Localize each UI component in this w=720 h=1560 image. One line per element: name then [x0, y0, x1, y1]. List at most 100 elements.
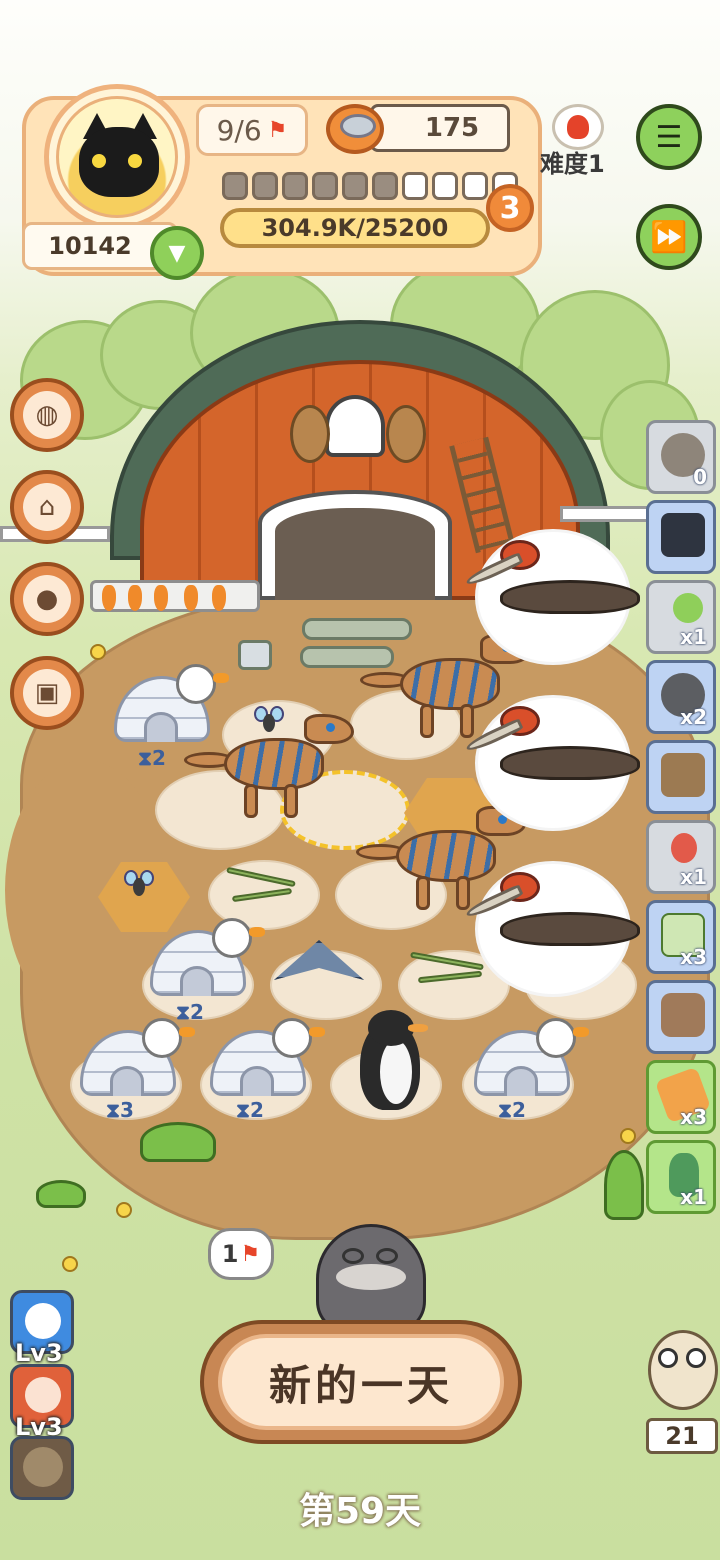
pterosaur[interactable]: [464, 540, 650, 620]
flower: [62, 1256, 78, 1272]
flower: [90, 644, 106, 660]
inventory-slot-film-reel[interactable]: 0: [646, 420, 716, 494]
timer-value: 2: [190, 1000, 204, 1024]
pterosaur[interactable]: [464, 706, 650, 786]
fly-icon[interactable]: [254, 706, 284, 736]
cat-mustache: [336, 1264, 406, 1290]
score-value: 10142: [48, 232, 132, 260]
inventory-slot-seed-card[interactable]: x3: [646, 900, 716, 974]
fossil-icon: [23, 1447, 63, 1487]
cardboard-box-button[interactable]: ▣: [10, 656, 84, 730]
progress-segment: [372, 172, 398, 200]
ptero-beak: [464, 551, 524, 589]
fast-forward-button[interactable]: ⏩: [636, 204, 702, 270]
ptero-beak: [464, 883, 524, 921]
glasses-icon: [376, 1248, 398, 1264]
igloo-duck[interactable]: [80, 1018, 195, 1096]
igloo-duck[interactable]: [150, 918, 265, 996]
penguin[interactable]: [360, 1010, 428, 1110]
dino-leg: [416, 876, 430, 910]
baby-pterosaur[interactable]: [274, 920, 364, 1000]
inventory-count: x2: [680, 705, 707, 729]
duck-beak: [309, 1027, 325, 1037]
fly-swatter-icon: [673, 593, 703, 623]
inventory-count: x1: [680, 625, 707, 649]
hourglass-timer: ⧗2: [498, 1098, 526, 1122]
food-counter: 175: [370, 104, 510, 152]
duck-icon: [142, 1018, 195, 1058]
inventory-count: x1: [680, 865, 707, 889]
level-badge: 3: [486, 184, 534, 232]
skill-egg[interactable]: [10, 1436, 74, 1500]
igloo-door: [110, 1066, 144, 1096]
new-day-button[interactable]: 新的一天: [200, 1320, 522, 1444]
inventory-slot-potion[interactable]: x1: [646, 1140, 716, 1214]
pterosaur[interactable]: [464, 872, 650, 952]
igloo-duck[interactable]: [474, 1018, 589, 1096]
igloo-duck[interactable]: [210, 1018, 325, 1096]
duck-icon: [272, 1018, 325, 1058]
cat-tower-button[interactable]: ⌂: [10, 470, 84, 544]
cat-eye: [125, 151, 145, 171]
cloud-icon: [25, 1303, 61, 1339]
bush: [36, 1180, 86, 1208]
fly-body: [133, 878, 145, 896]
flower: [116, 1202, 132, 1218]
menu-button[interactable]: ☰: [636, 104, 702, 170]
owl-count: 21: [646, 1418, 718, 1454]
difficulty-label: 难度1: [540, 150, 605, 178]
duck-beak: [573, 1027, 589, 1037]
shield-button[interactable]: ▼: [150, 226, 204, 280]
duck-beak: [249, 927, 265, 937]
black-cat-icon: [79, 127, 159, 197]
ball-toy-button[interactable]: ●: [10, 562, 84, 636]
duck-icon: [536, 1018, 589, 1058]
inventory-count: x3: [680, 1105, 707, 1129]
duck-icon: [176, 664, 229, 704]
fishing-float-icon: [671, 833, 697, 863]
carrot: [154, 585, 168, 611]
fire-bag-icon: [25, 1377, 61, 1413]
fast-forward-icon: ⏩: [650, 219, 688, 255]
igloo-duck[interactable]: [114, 664, 229, 742]
barn-door-opening[interactable]: [275, 508, 435, 600]
inventory-slot-rock-bag[interactable]: [646, 980, 716, 1054]
hamburger-menu-icon: ☰: [655, 119, 683, 155]
inventory-slot-fly-swatter[interactable]: x1: [646, 580, 716, 654]
progress-segment: [312, 172, 338, 200]
bowl-icon: ◍: [35, 400, 59, 430]
dino-eye: [326, 723, 335, 732]
dino-leg: [284, 784, 298, 818]
inventory-slot-fishing-float[interactable]: x1: [646, 820, 716, 894]
skill-ice[interactable]: Lv3: [10, 1290, 74, 1367]
cat-eye: [89, 151, 109, 171]
food-bowl-icon: [326, 104, 384, 154]
dino-leg: [456, 876, 470, 910]
carrot: [212, 585, 226, 611]
ptero-wing: [274, 940, 364, 980]
hourglass-timer: ⧗2: [236, 1098, 264, 1122]
hourglass-timer: ⧗2: [176, 1000, 204, 1024]
rock-shelf-icon: [661, 753, 705, 797]
avatar[interactable]: [56, 96, 178, 218]
food-bowl-button[interactable]: ◍: [10, 378, 84, 452]
fly-icon[interactable]: [124, 870, 154, 900]
inventory-slot-camera[interactable]: [646, 500, 716, 574]
progress-segment: [432, 172, 458, 200]
skill-level: Lv3: [15, 1339, 63, 1367]
owl-counter[interactable]: 21: [646, 1330, 720, 1454]
hourglass-timer: ⧗3: [106, 1098, 134, 1122]
dino-leg: [420, 704, 434, 738]
inventory-slot-rock-shelf[interactable]: [646, 740, 716, 814]
ptero-wing: [500, 746, 640, 780]
inventory-slot-pot[interactable]: x2: [646, 660, 716, 734]
bush: [604, 1150, 644, 1220]
barn-shutter: [386, 405, 426, 463]
camera-icon: [661, 513, 705, 557]
inventory-slot-bread-pack[interactable]: x3: [646, 1060, 716, 1134]
rock-bag-icon: [661, 993, 705, 1037]
owl-eye: [658, 1348, 678, 1368]
bush: [140, 1122, 216, 1162]
skill-fire[interactable]: Lv3: [10, 1364, 74, 1441]
grandpa-cat[interactable]: [296, 1204, 446, 1334]
